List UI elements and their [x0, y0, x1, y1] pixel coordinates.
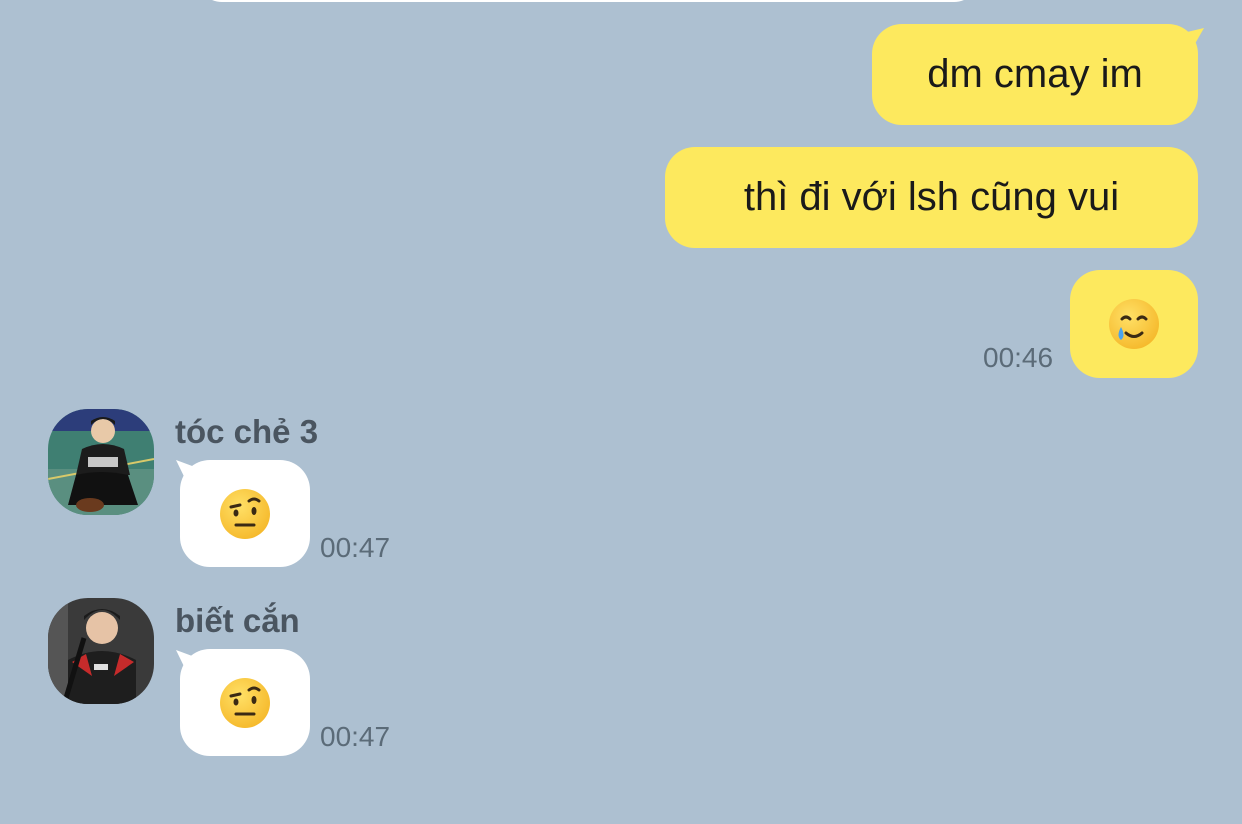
face-with-raised-eyebrow-icon	[220, 677, 270, 728]
smiling-face-with-tear-icon	[1109, 299, 1159, 349]
other-emoji-message-bubble[interactable]	[180, 460, 310, 567]
my-emoji-message-bubble[interactable]	[1070, 270, 1198, 378]
my-message-bubble[interactable]: dm cmay im	[872, 24, 1198, 125]
message-text: dm cmay im	[927, 52, 1143, 96]
avatar[interactable]	[48, 598, 154, 704]
profile-photo	[48, 409, 154, 515]
avatar[interactable]	[48, 409, 154, 515]
face-with-raised-eyebrow-icon	[220, 488, 270, 539]
chat-view[interactable]: dm cmay im thì đi với lsh cũng vui 00:46	[0, 0, 1242, 824]
message-text: thì đi với lsh cũng vui	[743, 175, 1120, 219]
my-message-bubble[interactable]: thì đi với lsh cũng vui	[665, 147, 1198, 248]
sender-name: tóc chẻ 3	[175, 413, 319, 450]
message-timestamp: 00:47	[320, 721, 391, 752]
message-timestamp: 00:46	[983, 342, 1054, 373]
previous-message-bubble[interactable]	[196, 0, 980, 2]
sender-name: biết cắn	[175, 602, 300, 639]
other-emoji-message-bubble[interactable]	[180, 649, 310, 756]
message-timestamp: 00:47	[320, 532, 391, 563]
profile-photo	[48, 598, 154, 704]
